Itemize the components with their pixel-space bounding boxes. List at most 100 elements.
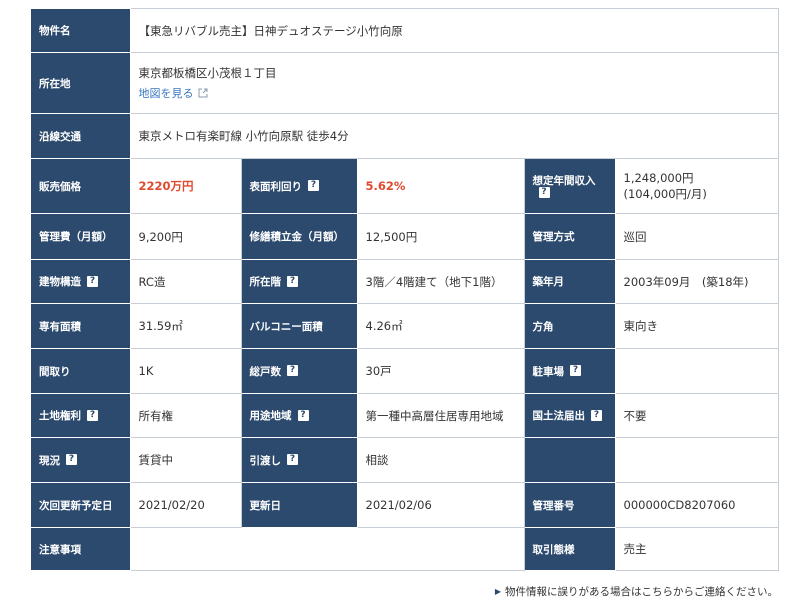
label-mgmt-method: 管理方式 <box>524 213 616 260</box>
label-empty <box>524 437 616 483</box>
label-units: 総戸数 <box>249 365 282 378</box>
label-next-update: 次回更新予定日 <box>31 482 131 528</box>
label-structure: 建物構造 <box>39 276 81 288</box>
row-area: 専有面積 31.59㎡ バルコニー面積 4.26㎡ 方角 東向き <box>31 303 779 349</box>
arrow-right-icon: ▶ <box>494 587 501 596</box>
label-price: 販売価格 <box>31 158 131 214</box>
value-mgmt-method: 巡回 <box>614 213 779 260</box>
value-handover: 相談 <box>356 437 525 483</box>
value-status: 賃貸中 <box>129 437 242 483</box>
label-status-cell: 現況? <box>31 437 131 483</box>
row-price: 販売価格 2220万円 表面利回り? 5.62% 想定年間収入? 1,248,0… <box>31 158 779 214</box>
label-notes: 注意事項 <box>31 527 131 571</box>
value-yield: 5.62% <box>356 158 525 214</box>
value-income: 1,248,000円 <box>623 171 694 185</box>
value-layout: 1K <box>129 348 242 394</box>
value-address-cell: 東京都板橋区小茂根１丁目 地図を見る <box>129 52 779 114</box>
value-income-cell: 1,248,000円 (104,000円/月) <box>614 158 779 214</box>
help-icon-floor[interactable]: ? <box>287 275 298 287</box>
value-address: 東京都板橋区小茂根１丁目 <box>138 66 277 80</box>
row-land: 土地権利? 所有権 用途地域? 第一種中高層住居専用地域 国土法届出? 不要 <box>31 393 779 438</box>
value-floor: 3階／4階建て（地下1階） <box>356 259 525 304</box>
row-fees: 管理費（月額） 9,200円 修繕積立金（月額） 12,500円 管理方式 巡回 <box>31 213 779 260</box>
label-zoning: 用途地域 <box>249 410 292 422</box>
label-parking: 駐車場 <box>532 365 565 378</box>
label-yield: 表面利回り <box>249 180 303 193</box>
value-mgmt-no: 000000CD8207060 <box>614 482 779 528</box>
value-zoning: 第一種中高層住居専用地域 <box>356 393 525 438</box>
value-income-monthly: (104,000円/月) <box>623 187 707 201</box>
value-units: 30戸 <box>356 348 525 394</box>
value-notification: 不要 <box>614 393 779 438</box>
row-name: 物件名 【東急リバブル売主】日神デュオステージ小竹向原 <box>31 8 779 53</box>
label-units-cell: 総戸数? <box>241 348 358 394</box>
value-repair-fund: 12,500円 <box>356 213 525 260</box>
value-notes <box>129 527 525 571</box>
value-structure: RC造 <box>129 259 242 304</box>
label-mgmt-fee: 管理費（月額） <box>31 213 131 260</box>
label-line: 沿線交通 <box>31 113 131 159</box>
error-report-link[interactable]: ▶ 物件情報に誤りがある場合はこちらからご連絡ください。 <box>495 584 778 599</box>
label-notification-cell: 国土法届出? <box>524 393 616 438</box>
help-icon-parking[interactable]: ? <box>570 365 581 376</box>
map-link[interactable]: 地図を見る <box>139 85 208 101</box>
label-land-right-cell: 土地権利? <box>31 393 131 438</box>
help-icon-zoning[interactable]: ? <box>297 409 309 421</box>
value-parking <box>614 348 779 394</box>
label-notification: 国土法届出 <box>532 410 586 422</box>
label-income: 想定年間収入 <box>532 174 596 187</box>
label-balcony: バルコニー面積 <box>241 303 358 349</box>
help-icon-yield[interactable]: ? <box>308 180 319 191</box>
row-notes: 注意事項 取引態様 売主 <box>31 527 779 571</box>
label-income-cell: 想定年間収入? <box>524 158 616 214</box>
map-link-label: 地図を見る <box>138 87 194 100</box>
error-report-text: 物件情報に誤りがある場合はこちらからご連絡ください。 <box>505 586 778 598</box>
label-floor-cell: 所在階? <box>241 259 358 304</box>
label-mgmt-no: 管理番号 <box>524 482 616 528</box>
label-yield-cell: 表面利回り? <box>241 158 358 214</box>
row-structure: 建物構造? RC造 所在階? 3階／4階建て（地下1階） 築年月 2003年09… <box>31 259 779 304</box>
row-status: 現況? 賃貸中 引渡し? 相談 <box>31 437 779 483</box>
row-dates: 次回更新予定日 2021/02/20 更新日 2021/02/06 管理番号 0… <box>31 482 779 528</box>
row-address: 所在地 東京都板橋区小茂根１丁目 地図を見る <box>31 52 779 114</box>
value-updated: 2021/02/06 <box>356 482 525 528</box>
label-structure-cell: 建物構造? <box>31 259 131 304</box>
label-direction: 方角 <box>524 303 616 349</box>
value-empty <box>614 437 779 483</box>
help-icon-notification[interactable]: ? <box>591 409 602 421</box>
label-updated: 更新日 <box>241 482 358 528</box>
label-handover-cell: 引渡し? <box>241 437 358 483</box>
help-icon-land-right[interactable]: ? <box>87 409 98 421</box>
value-mgmt-fee: 9,200円 <box>129 213 242 260</box>
value-next-update: 2021/02/20 <box>129 482 242 528</box>
value-price: 2220万円 <box>129 158 242 214</box>
value-name: 【東急リバブル売主】日神デュオステージ小竹向原 <box>129 8 779 53</box>
label-parking-cell: 駐車場? <box>524 348 616 394</box>
label-address: 所在地 <box>31 52 131 114</box>
label-handover: 引渡し <box>249 454 282 467</box>
external-link-icon <box>198 88 207 98</box>
label-repair-fund: 修繕積立金（月額） <box>241 213 358 260</box>
value-built: 2003年09月 (築18年) <box>614 259 779 304</box>
help-icon-handover[interactable]: ? <box>287 454 298 465</box>
label-area: 専有面積 <box>31 303 131 349</box>
help-icon-structure[interactable]: ? <box>87 275 98 287</box>
row-layout: 間取り 1K 総戸数? 30戸 駐車場? <box>31 348 779 394</box>
help-icon-status[interactable]: ? <box>66 454 77 465</box>
value-balcony: 4.26㎡ <box>356 303 525 349</box>
label-floor: 所在階 <box>249 276 282 288</box>
value-line: 東京メトロ有楽町線 小竹向原駅 徒歩4分 <box>129 113 779 159</box>
value-transaction: 売主 <box>614 527 779 571</box>
label-layout: 間取り <box>31 348 131 394</box>
label-name: 物件名 <box>31 8 131 53</box>
row-line: 沿線交通 東京メトロ有楽町線 小竹向原駅 徒歩4分 <box>31 113 779 159</box>
label-status: 現況 <box>39 454 60 467</box>
help-icon-income[interactable]: ? <box>538 187 550 198</box>
label-built: 築年月 <box>524 259 616 304</box>
value-land-right: 所有権 <box>129 393 242 438</box>
property-spec-table: 物件名 【東急リバブル売主】日神デュオステージ小竹向原 所在地 東京都板橋区小茂… <box>31 8 779 571</box>
help-icon-units[interactable]: ? <box>287 365 298 376</box>
value-area: 31.59㎡ <box>129 303 242 349</box>
label-zoning-cell: 用途地域? <box>241 393 358 438</box>
label-transaction: 取引態様 <box>524 527 616 571</box>
